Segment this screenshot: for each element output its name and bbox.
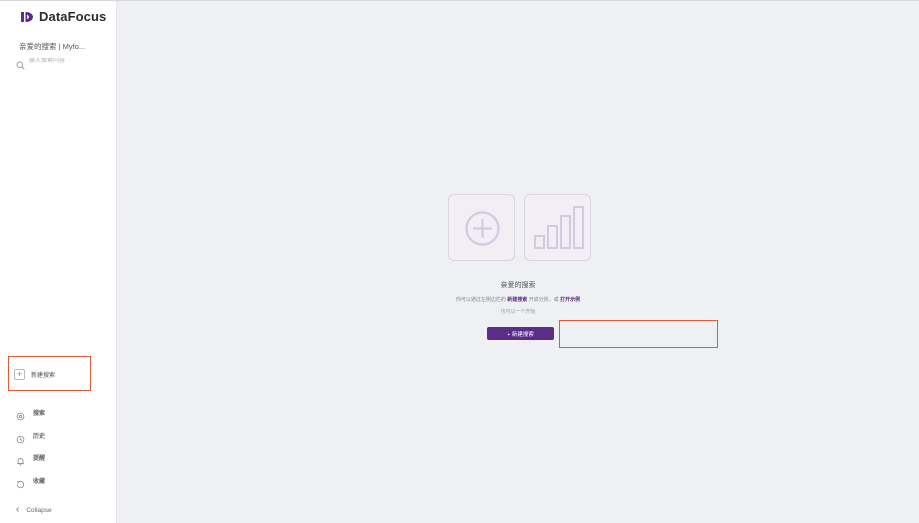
new-search-label: 新建搜索 — [31, 373, 56, 379]
nav-item-search[interactable]: 搜索 — [16, 408, 46, 421]
empty-state-description: 你可以通过左侧边栏的 新建搜索 开启分析，或 打开示例 — [117, 296, 919, 303]
add-circle-icon — [448, 194, 515, 261]
description-text: 你可以通过左侧边栏的 — [455, 297, 506, 303]
nav-item-favorites[interactable]: 收藏 — [16, 476, 46, 489]
logo: DataFocus — [20, 9, 106, 24]
plus-icon: + — [14, 369, 25, 380]
description-text: 开启分析，或 — [528, 297, 559, 303]
highlight-create-button — [559, 320, 718, 348]
search-icon — [16, 408, 25, 421]
bar-chart-icon — [524, 194, 591, 261]
app-window: DataFocus 亲爱的搜索 | Myfo... + 新建搜索 搜索 历史 — [0, 0, 919, 523]
nav-item-label: 提醒 — [33, 456, 46, 462]
sidebar-search[interactable] — [16, 54, 108, 70]
workspace-label[interactable]: 亲爱的搜索 | Myfo... — [19, 41, 85, 52]
history-icon — [16, 476, 25, 489]
clock-icon — [16, 431, 25, 444]
chevron-left-icon: ‹ — [16, 504, 20, 515]
create-search-button[interactable]: + 新建搜索 — [487, 327, 554, 340]
new-search-link[interactable]: 新建搜索 — [507, 297, 527, 303]
collapse-label: Collapse — [26, 506, 52, 514]
search-input[interactable] — [29, 58, 103, 64]
empty-state: 亲爱的搜索 你可以通过左侧边栏的 新建搜索 开启分析，或 打开示例 也可以一个开… — [117, 1, 919, 523]
empty-state-title: 亲爱的搜索 — [500, 282, 536, 289]
main-content: 亲爱的搜索 你可以通过左侧边栏的 新建搜索 开启分析，或 打开示例 也可以一个开… — [117, 1, 919, 523]
new-search-button[interactable]: + 新建搜索 — [14, 369, 55, 380]
nav-item-label: 搜索 — [33, 411, 46, 417]
nav-item-label: 历史 — [33, 434, 46, 440]
empty-state-subtext: 也可以一个开始 — [500, 309, 536, 315]
sidebar: DataFocus 亲爱的搜索 | Myfo... + 新建搜索 搜索 历史 — [0, 1, 117, 523]
app-name: DataFocus — [39, 9, 107, 24]
nav-item-history[interactable]: 历史 — [16, 431, 46, 444]
logo-icon — [20, 10, 34, 24]
nav-item-label: 收藏 — [33, 479, 46, 485]
bell-icon — [16, 453, 25, 466]
open-example-link[interactable]: 打开示例 — [560, 297, 580, 303]
collapse-sidebar-button[interactable]: ‹ Collapse — [16, 505, 52, 515]
search-icon — [16, 57, 25, 70]
nav-item-alerts[interactable]: 提醒 — [16, 453, 46, 466]
